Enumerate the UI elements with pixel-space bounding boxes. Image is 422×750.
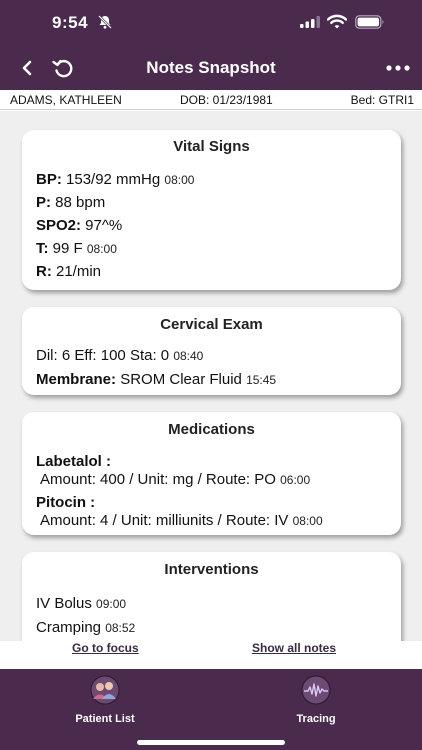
- patient-dob: DOB: 01/23/1981: [180, 93, 273, 107]
- cervical-dilation-row: Dil: 6 Eff: 100 Sta: 0 08:40: [36, 347, 204, 364]
- medication-detail-pitocin: Amount: 4 / Unit: milliunits / Route: IV…: [40, 512, 323, 529]
- battery-icon: [355, 15, 384, 29]
- notes-links-bar: Go to focus Show all notes: [0, 641, 422, 669]
- vital-row-temp: T: 99 F 08:00: [36, 240, 117, 257]
- patient-avatar-icon: [90, 675, 120, 705]
- vital-signs-title: Vital Signs: [173, 138, 250, 155]
- nav-bar: Notes Snapshot: [0, 46, 422, 90]
- tracing-waveform-icon: [301, 675, 331, 705]
- status-bar: 9:54: [0, 0, 422, 46]
- tab-tracing[interactable]: Tracing: [261, 675, 371, 725]
- vital-row-bp: BP: 153/92 mmHg 08:00: [36, 171, 195, 188]
- more-options-icon[interactable]: [384, 56, 412, 80]
- patient-name: ADAMS, KATHLEEN: [10, 93, 122, 107]
- medication-name-labetalol: Labetalol :: [36, 453, 112, 470]
- cervical-membrane-row: Membrane: SROM Clear Fluid 15:45: [36, 371, 277, 388]
- bell-muted-icon: [98, 15, 112, 29]
- go-to-focus-link[interactable]: Go to focus: [72, 641, 139, 655]
- medication-detail-labetalol: Amount: 400 / Unit: mg / Route: PO 06:00: [40, 471, 311, 488]
- bottom-tab-bar: Patient List Tracing: [0, 669, 422, 750]
- cervical-exam-title: Cervical Exam: [160, 316, 263, 333]
- home-indicator: [137, 740, 285, 745]
- vital-row-spo2: SPO2: 97^%: [36, 217, 123, 234]
- medication-name-pitocin: Pitocin :: [36, 494, 96, 511]
- tab-tracing-label: Tracing: [296, 713, 336, 725]
- wifi-icon: [327, 14, 347, 29]
- patient-info-bar: ADAMS, KATHLEEN DOB: 01/23/1981 Bed: GTR…: [0, 90, 422, 110]
- interventions-title: Interventions: [164, 561, 259, 578]
- tab-patient-list-label: Patient List: [75, 713, 135, 725]
- notes-scroll-area[interactable]: Vital Signs BP: 153/92 mmHg 08:00 P: 88 …: [0, 111, 422, 641]
- intervention-item: Cramping 08:52: [36, 619, 136, 636]
- interventions-card[interactable]: Interventions IV Bolus 09:00 Cramping 08…: [22, 552, 401, 641]
- show-all-notes-link[interactable]: Show all notes: [252, 641, 336, 655]
- medications-card[interactable]: Medications Labetalol : Amount: 400 / Un…: [22, 412, 401, 535]
- tab-patient-list[interactable]: Patient List: [50, 675, 160, 725]
- vital-row-pulse: P: 88 bpm: [36, 194, 106, 211]
- medications-title: Medications: [168, 421, 255, 438]
- status-time: 9:54: [52, 13, 89, 32]
- intervention-item: IV Bolus 09:00: [36, 595, 127, 612]
- cervical-exam-card[interactable]: Cervical Exam Dil: 6 Eff: 100 Sta: 0 08:…: [22, 307, 401, 395]
- page-title: Notes Snapshot: [146, 58, 276, 77]
- vital-signs-card[interactable]: Vital Signs BP: 153/92 mmHg 08:00 P: 88 …: [22, 130, 401, 290]
- vital-row-resp: R: 21/min: [36, 263, 102, 280]
- cellular-signal-icon: [300, 16, 320, 28]
- patient-bed: Bed: GTRI1: [350, 93, 414, 107]
